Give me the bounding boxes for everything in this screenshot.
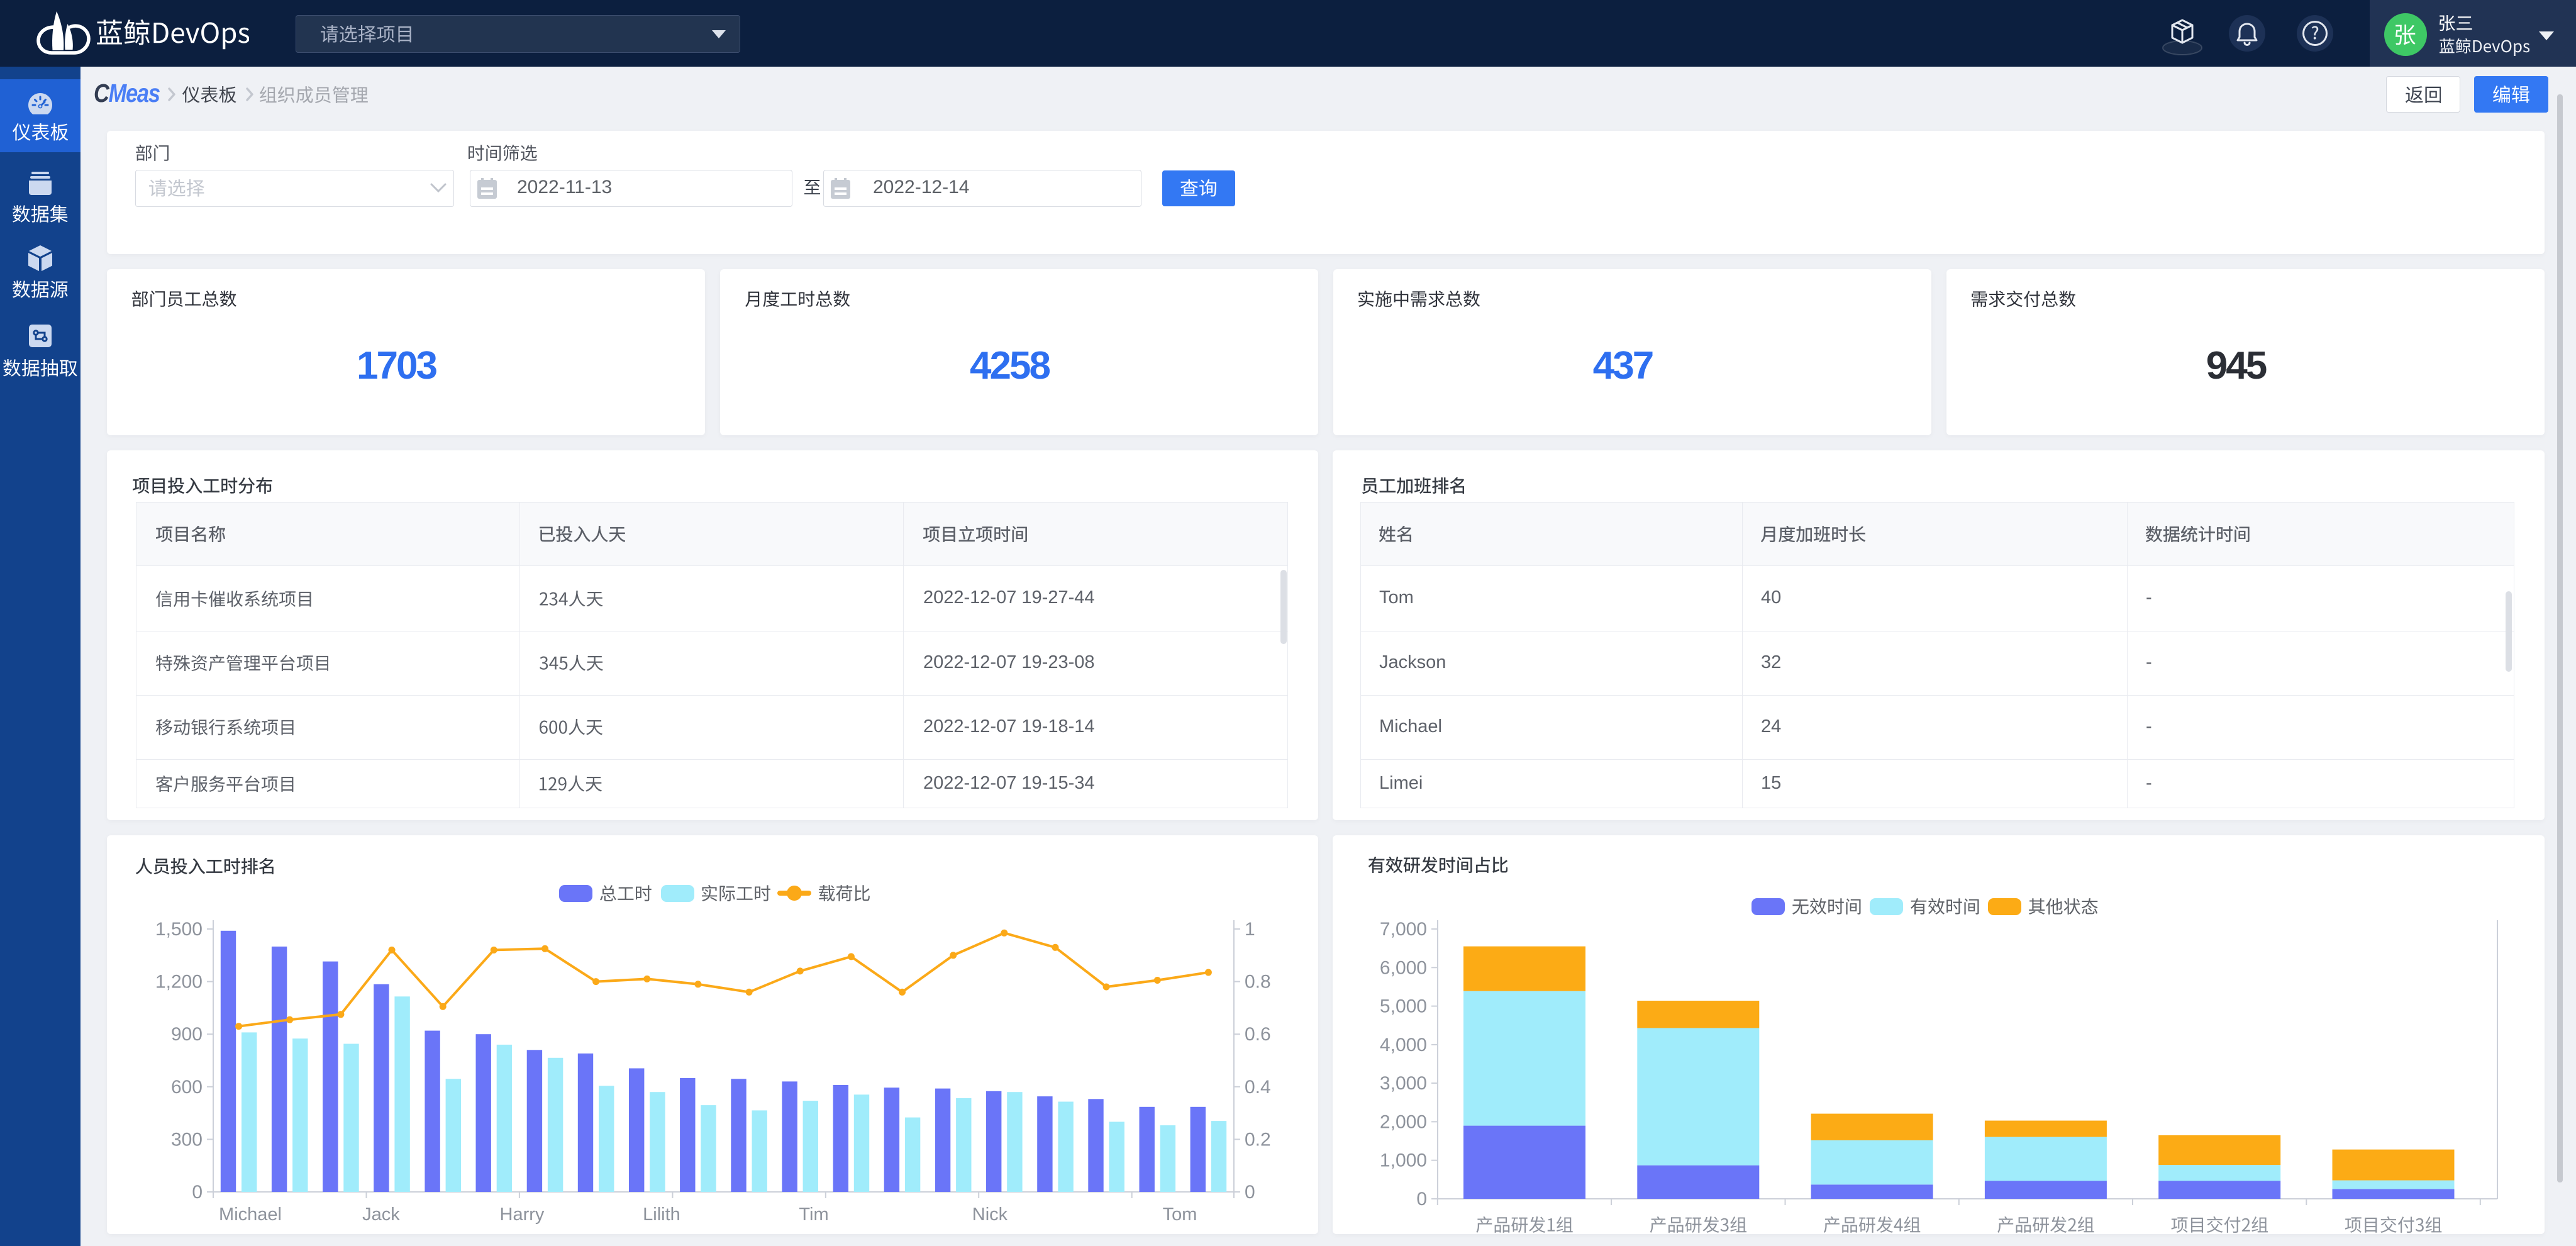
svg-text:300: 300 xyxy=(171,1129,203,1150)
svg-text:Lilith: Lilith xyxy=(643,1204,680,1225)
svg-text:7,000: 7,000 xyxy=(1380,919,1427,940)
svg-text:1,500: 1,500 xyxy=(155,919,203,940)
svg-text:0.6: 0.6 xyxy=(1245,1024,1271,1045)
svg-text:Jack: Jack xyxy=(362,1204,400,1225)
svg-text:5,000: 5,000 xyxy=(1380,996,1427,1017)
svg-text:900: 900 xyxy=(171,1024,203,1045)
svg-text:1,200: 1,200 xyxy=(155,972,203,993)
svg-text:Harry: Harry xyxy=(500,1204,545,1225)
svg-text:1: 1 xyxy=(1245,919,1255,940)
svg-text:Tom: Tom xyxy=(1163,1204,1197,1225)
svg-text:6,000: 6,000 xyxy=(1380,957,1427,978)
svg-text:4,000: 4,000 xyxy=(1380,1035,1427,1055)
svg-text:Tim: Tim xyxy=(799,1204,828,1225)
svg-text:1,000: 1,000 xyxy=(1380,1150,1427,1171)
svg-text:0.4: 0.4 xyxy=(1245,1077,1271,1098)
svg-text:3,000: 3,000 xyxy=(1380,1073,1427,1094)
svg-text:0: 0 xyxy=(1245,1182,1255,1203)
svg-text:0.2: 0.2 xyxy=(1245,1129,1271,1150)
svg-text:0.8: 0.8 xyxy=(1245,972,1271,993)
svg-text:0: 0 xyxy=(1416,1189,1427,1210)
svg-text:Michael: Michael xyxy=(219,1204,282,1225)
svg-text:600: 600 xyxy=(171,1077,203,1098)
svg-text:2,000: 2,000 xyxy=(1380,1111,1427,1132)
svg-text:0: 0 xyxy=(192,1182,203,1203)
svg-text:Nick: Nick xyxy=(972,1204,1008,1225)
